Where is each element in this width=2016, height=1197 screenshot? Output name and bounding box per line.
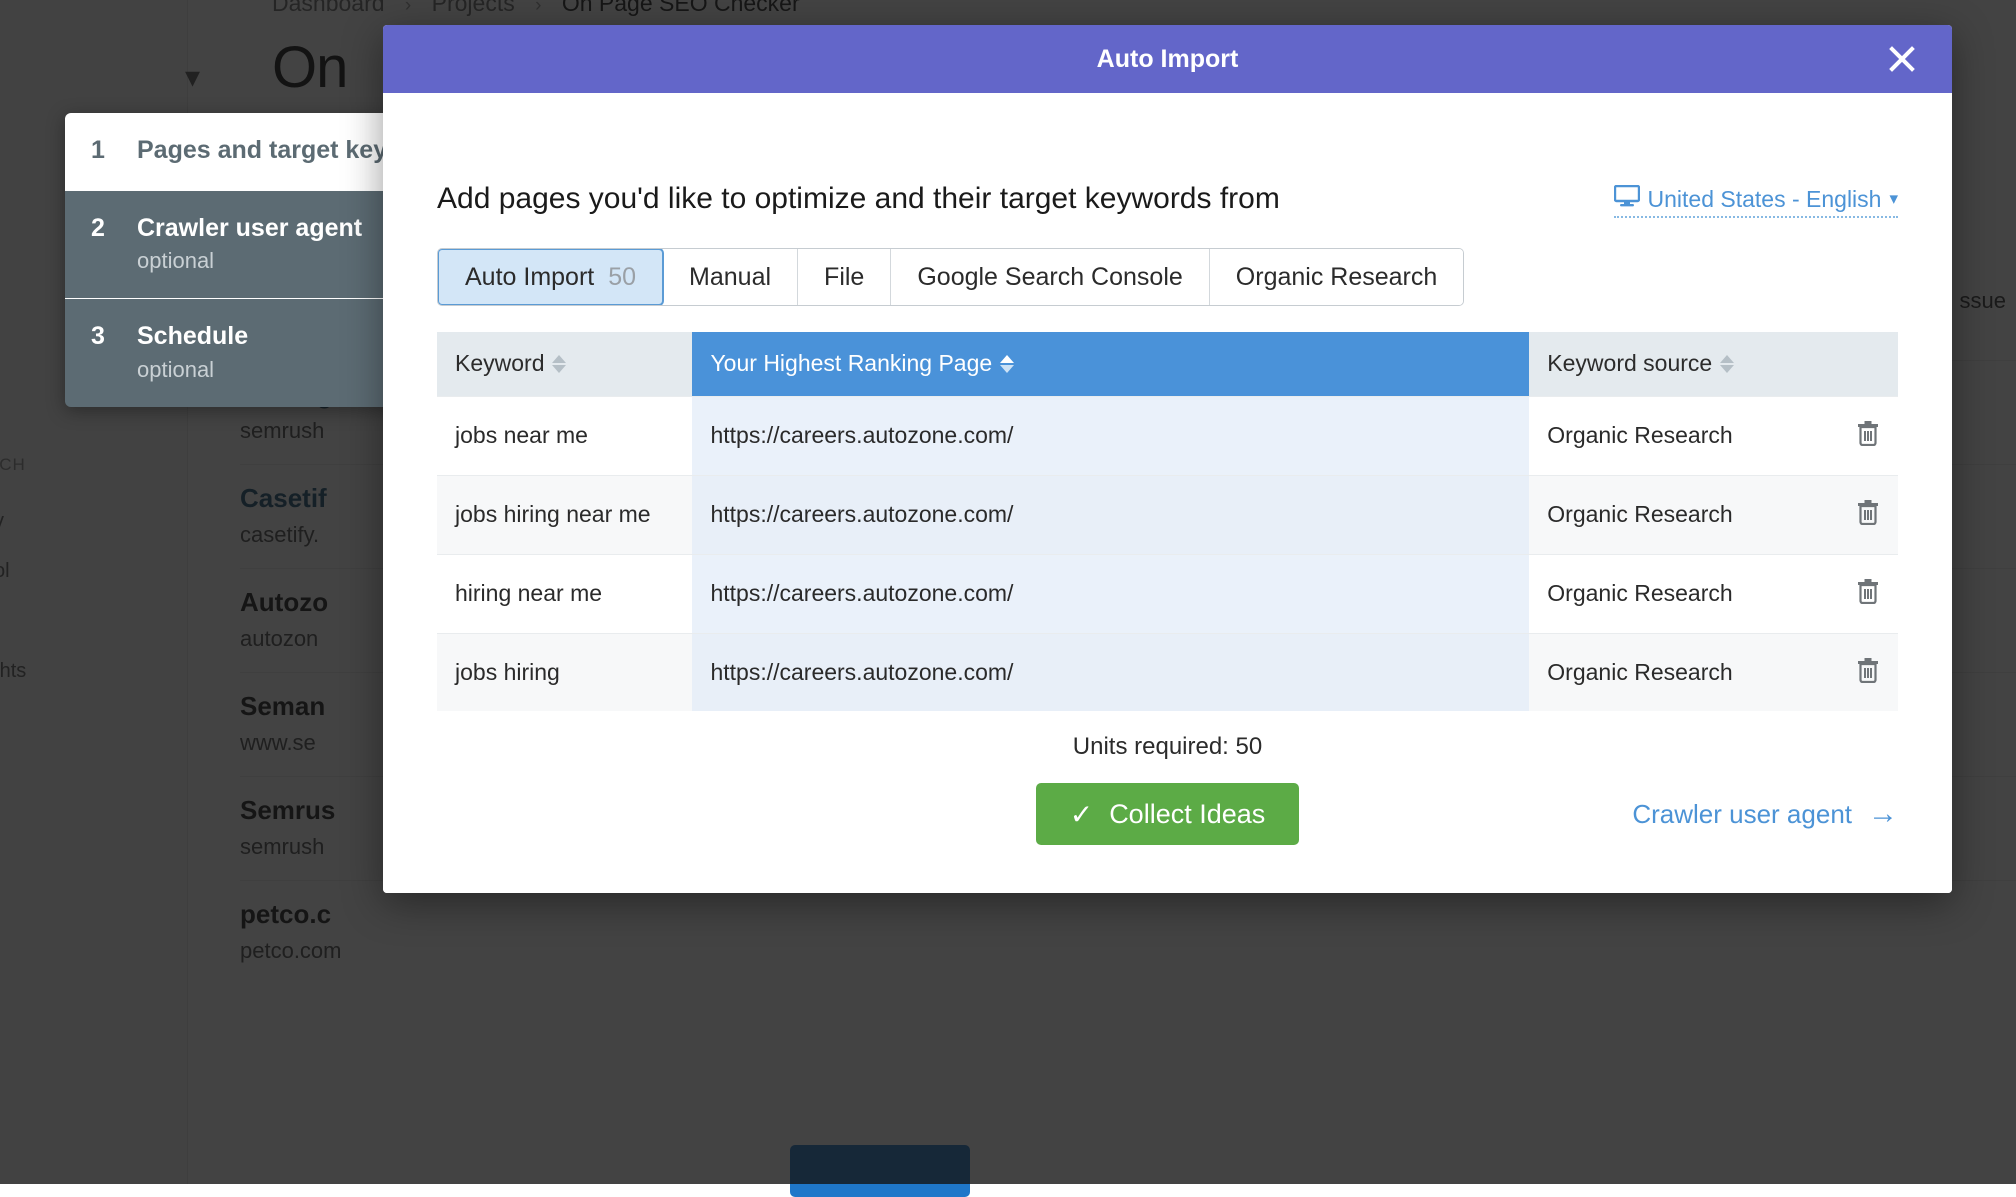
wizard-step-number: 3 xyxy=(91,321,137,352)
modal-footer: Units required: 50 ✓ Collect Ideas Crawl… xyxy=(383,711,1952,893)
column-header-label: Your Highest Ranking Page xyxy=(710,350,992,377)
cell-url: https://careers.autozone.com/ xyxy=(692,633,1529,711)
cell-keyword: jobs hiring xyxy=(437,633,692,711)
cell-source: Organic Research xyxy=(1529,554,1825,633)
tab-label: Manual xyxy=(689,263,771,292)
trash-icon[interactable] xyxy=(1856,499,1880,531)
cell-source: Organic Research xyxy=(1529,633,1825,711)
modal-subtitle: Add pages you'd like to optimize and the… xyxy=(437,181,1280,217)
cell-delete xyxy=(1825,475,1898,554)
keywords-table-wrapper[interactable]: Keyword Your Highest Ranking Page xyxy=(437,332,1898,711)
check-icon: ✓ xyxy=(1070,798,1093,831)
column-header-keyword[interactable]: Keyword xyxy=(437,332,692,396)
monitor-icon xyxy=(1614,185,1640,213)
sort-arrows-icon xyxy=(1000,355,1014,373)
cell-keyword: jobs hiring near me xyxy=(437,475,692,554)
cell-delete xyxy=(1825,633,1898,711)
cell-url: https://careers.autozone.com/ xyxy=(692,475,1529,554)
column-header-keyword-source[interactable]: Keyword source xyxy=(1529,332,1825,396)
column-header-actions xyxy=(1825,332,1898,396)
keywords-table: Keyword Your Highest Ranking Page xyxy=(437,332,1898,711)
units-required-label: Units required: 50 xyxy=(437,711,1898,761)
table-row[interactable]: jobs near me https://careers.autozone.co… xyxy=(437,396,1898,475)
tab-organic-research[interactable]: Organic Research xyxy=(1210,249,1463,305)
tab-google-search-console[interactable]: Google Search Console xyxy=(891,249,1209,305)
cell-delete xyxy=(1825,554,1898,633)
cell-url: https://careers.autozone.com/ xyxy=(692,554,1529,633)
tab-label: Organic Research xyxy=(1236,263,1437,292)
tab-file[interactable]: File xyxy=(798,249,891,305)
crawler-user-agent-link[interactable]: Crawler user agent → xyxy=(1632,797,1898,831)
auto-import-modal: Auto Import Add pages you'd like to opti… xyxy=(383,25,1952,893)
arrow-right-icon: → xyxy=(1868,797,1898,831)
sort-arrows-icon xyxy=(552,355,566,373)
tab-label: Auto Import xyxy=(465,263,594,292)
table-row[interactable]: jobs hiring https://careers.autozone.com… xyxy=(437,633,1898,711)
column-header-label: Keyword source xyxy=(1547,350,1712,377)
wizard-step-number: 2 xyxy=(91,213,137,244)
trash-icon[interactable] xyxy=(1856,420,1880,452)
close-icon[interactable] xyxy=(1882,39,1922,79)
table-header-row: Keyword Your Highest Ranking Page xyxy=(437,332,1898,396)
locale-label: United States - English xyxy=(1648,186,1882,213)
next-step-label: Crawler user agent xyxy=(1632,799,1852,830)
cell-url: https://careers.autozone.com/ xyxy=(692,396,1529,475)
table-row[interactable]: jobs hiring near me https://careers.auto… xyxy=(437,475,1898,554)
modal-body: Add pages you'd like to optimize and the… xyxy=(383,93,1952,711)
column-header-highest-ranking-page[interactable]: Your Highest Ranking Page xyxy=(692,332,1529,396)
trash-icon[interactable] xyxy=(1856,657,1880,689)
collect-ideas-button[interactable]: ✓ Collect Ideas xyxy=(1036,783,1300,845)
sort-arrows-icon xyxy=(1720,355,1734,373)
collect-ideas-label: Collect Ideas xyxy=(1109,799,1265,830)
cell-delete xyxy=(1825,396,1898,475)
tab-count-badge: 50 xyxy=(608,263,636,292)
table-row[interactable]: hiring near me https://careers.autozone.… xyxy=(437,554,1898,633)
column-header-label: Keyword xyxy=(455,350,544,377)
locale-selector[interactable]: United States - English ▾ xyxy=(1614,185,1899,218)
modal-header: Auto Import xyxy=(383,25,1952,93)
tab-manual[interactable]: Manual xyxy=(663,249,798,305)
modal-title: Auto Import xyxy=(1097,45,1239,74)
cell-keyword: hiring near me xyxy=(437,554,692,633)
tab-label: Google Search Console xyxy=(917,263,1182,292)
cell-source: Organic Research xyxy=(1529,475,1825,554)
cell-source: Organic Research xyxy=(1529,396,1825,475)
import-source-tabs: Auto Import 50 Manual File Google Search… xyxy=(437,248,1464,306)
keywords-table-body: jobs near me https://careers.autozone.co… xyxy=(437,396,1898,711)
tab-auto-import[interactable]: Auto Import 50 xyxy=(437,248,664,306)
cell-keyword: jobs near me xyxy=(437,396,692,475)
trash-icon[interactable] xyxy=(1856,578,1880,610)
chevron-down-icon: ▾ xyxy=(1889,189,1898,209)
wizard-step-number: 1 xyxy=(91,135,137,166)
modal-subheader-row: Add pages you'd like to optimize and the… xyxy=(437,93,1898,218)
tab-label: File xyxy=(824,263,864,292)
